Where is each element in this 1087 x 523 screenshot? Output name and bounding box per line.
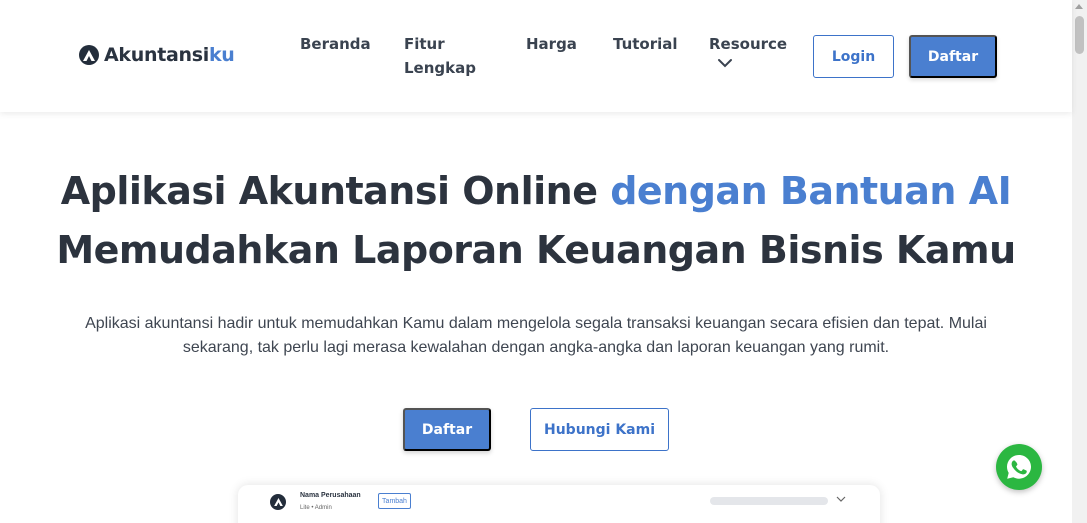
hero-title-line2: Memudahkan Laporan Keuangan Bisnis Kamu xyxy=(56,228,1016,272)
hero-description: Aplikasi akuntansi hadir untuk memudahka… xyxy=(85,315,987,356)
whatsapp-icon[interactable] xyxy=(996,444,1042,490)
nav-tutorial[interactable]: Tutorial xyxy=(613,32,678,56)
nav-fitur-lengkap[interactable]: Fitur Lengkap xyxy=(404,32,494,80)
login-button[interactable]: Login xyxy=(813,35,894,78)
brand-logo[interactable]: Akuntansiku xyxy=(79,44,235,66)
hero-title: Aplikasi Akuntansi Online dengan Bantuan… xyxy=(0,162,1072,280)
hubungi-kami-button[interactable]: Hubungi Kami xyxy=(530,408,669,451)
scroll-thumb[interactable] xyxy=(1075,16,1084,54)
akuntansiku-logo-icon xyxy=(79,45,99,65)
nav-harga[interactable]: Harga xyxy=(526,32,577,56)
brand-name: Akuntansiku xyxy=(104,44,235,66)
nav-beranda[interactable]: Beranda xyxy=(300,32,371,56)
preview-chevron-down-icon xyxy=(836,496,846,502)
hero-title-part1: Aplikasi Akuntansi Online xyxy=(60,169,611,213)
scroll-up-icon[interactable] xyxy=(1075,4,1083,9)
hero-title-highlight: dengan Bantuan AI xyxy=(610,169,1012,213)
navbar: Akuntansiku Beranda Fitur Lengkap Harga … xyxy=(0,0,1072,112)
chevron-down-icon xyxy=(718,59,732,68)
preview-role: Lite • Admin xyxy=(300,505,332,511)
dashboard-preview: Nama Perusahaan Lite • Admin Tambah xyxy=(238,485,880,523)
preview-search-bar xyxy=(710,497,828,505)
preview-company-name: Nama Perusahaan xyxy=(300,492,361,499)
daftar-hero-button[interactable]: Daftar xyxy=(403,408,491,451)
preview-tambah-button: Tambah xyxy=(378,493,411,509)
nav-resource-dropdown[interactable]: Resource xyxy=(709,32,787,68)
daftar-nav-button[interactable]: Daftar xyxy=(909,35,997,78)
nav-resource-label: Resource xyxy=(709,35,788,53)
page-scrollbar[interactable] xyxy=(1072,0,1087,523)
preview-logo-icon xyxy=(270,494,286,510)
